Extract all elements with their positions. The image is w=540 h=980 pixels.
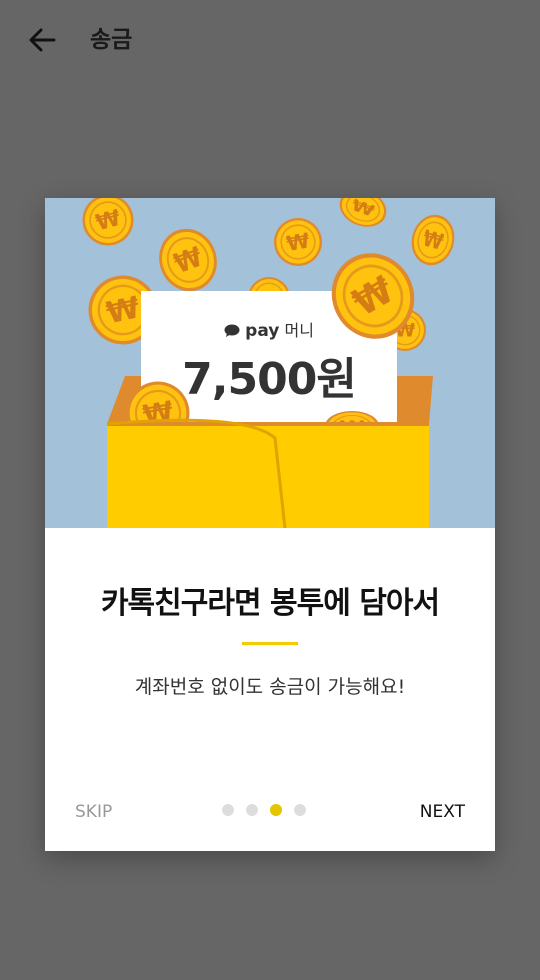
page-indicator	[222, 804, 318, 816]
page-dot-4	[294, 804, 306, 816]
accent-divider	[242, 642, 298, 645]
page-dot-1	[222, 804, 234, 816]
hero-illustration: ₩ pay 머니 7,500원	[45, 198, 495, 528]
page-title: 송금	[90, 27, 133, 53]
envelope-front: ₩	[106, 236, 432, 528]
page-dot-2	[246, 804, 258, 816]
onboarding-card: ₩ pay 머니 7,500원	[45, 198, 495, 851]
description: 계좌번호 없이도 송금이 가능해요!	[134, 676, 406, 698]
skip-button[interactable]: SKIP	[75, 802, 112, 822]
next-button[interactable]: NEXT	[420, 802, 465, 822]
page-dot-3-active	[270, 804, 282, 816]
headline: 카톡친구라면 봉투에 담아서	[100, 586, 440, 621]
top-bar: 송금	[0, 0, 540, 80]
back-arrow-icon[interactable]	[26, 24, 58, 56]
